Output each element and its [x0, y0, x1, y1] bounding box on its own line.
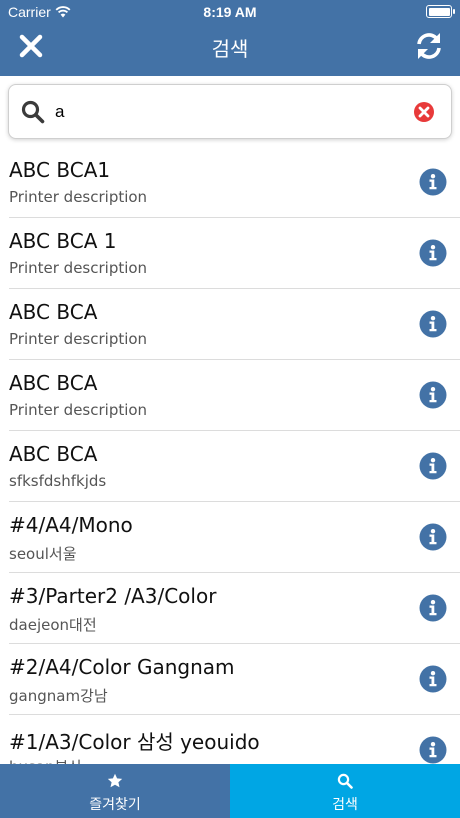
list-item[interactable]: ABC BCA sfksfdshfkjds: [9, 431, 460, 502]
list-item[interactable]: #2/A4/Color Gangnam gangnam강남: [9, 644, 460, 715]
info-icon[interactable]: [419, 381, 447, 409]
printer-description: Printer description: [9, 330, 148, 348]
clear-search-icon[interactable]: [413, 101, 435, 123]
status-bar: Carrier 8:19 AM: [0, 0, 460, 24]
printer-name: ABC BCA: [9, 300, 98, 324]
tab-search-label: 검색: [332, 797, 358, 813]
list-item[interactable]: ABC BCA Printer description: [9, 289, 460, 360]
tab-favorites-label: 즐겨찾기: [89, 797, 141, 813]
info-icon[interactable]: [419, 523, 447, 551]
star-icon: [107, 773, 123, 788]
printer-name: ABC BCA 1: [9, 229, 117, 253]
list-item[interactable]: #3/Parter2 /A3/Color daejeon대전: [9, 573, 460, 644]
info-icon[interactable]: [419, 452, 447, 480]
printer-description: sfksfdshfkjds: [9, 472, 107, 490]
list-item[interactable]: #1/A3/Color 삼성 yeouido busan부산: [9, 715, 460, 764]
nav-bar: 검색: [0, 24, 460, 76]
list-item[interactable]: ABC BCA Printer description: [9, 360, 460, 431]
search-icon: [337, 773, 353, 789]
printer-list: ABC BCA1 Printer description ABC BCA 1 P…: [0, 147, 460, 764]
search-input[interactable]: [55, 99, 405, 125]
status-time: 8:19 AM: [203, 4, 257, 20]
printer-description: seoul서울: [9, 545, 77, 563]
printer-name: ABC BCA: [9, 442, 98, 466]
printer-description: Printer description: [9, 401, 148, 419]
search-bar: [8, 84, 452, 139]
battery-icon: [426, 5, 455, 18]
info-icon[interactable]: [419, 594, 447, 622]
list-item[interactable]: #4/A4/Mono seoul서울: [9, 502, 460, 573]
navigation-header: Carrier 8:19 AM 검색: [0, 0, 460, 76]
list-item[interactable]: ABC BCA 1 Printer description: [9, 218, 460, 289]
tab-favorites[interactable]: 즐겨찾기: [0, 764, 230, 818]
info-icon[interactable]: [419, 239, 447, 267]
printer-name: ABC BCA1: [9, 158, 111, 182]
printer-name: ABC BCA: [9, 371, 98, 395]
tab-search[interactable]: 검색: [230, 764, 460, 818]
info-icon[interactable]: [419, 736, 447, 764]
printer-name: #4/A4/Mono: [9, 513, 133, 537]
printer-name: #3/Parter2 /A3/Color: [9, 584, 217, 608]
printer-description: gangnam강남: [9, 687, 108, 705]
printer-description: Printer description: [9, 259, 148, 277]
list-item[interactable]: ABC BCA1 Printer description: [9, 147, 460, 218]
printer-description: Printer description: [9, 188, 148, 206]
search-icon: [21, 100, 45, 124]
info-icon[interactable]: [419, 665, 447, 693]
printer-description: busan부산: [9, 756, 82, 764]
printer-name: #2/A4/Color Gangnam: [9, 655, 235, 679]
printer-description: daejeon대전: [9, 616, 97, 634]
page-title: 검색: [211, 37, 249, 61]
info-icon[interactable]: [419, 310, 447, 338]
printer-name: #1/A3/Color 삼성 yeouido: [9, 730, 260, 754]
tab-bar: 즐겨찾기 검색: [0, 764, 460, 818]
search-section: [0, 76, 460, 150]
info-icon[interactable]: [419, 168, 447, 196]
refresh-icon[interactable]: [414, 31, 444, 61]
